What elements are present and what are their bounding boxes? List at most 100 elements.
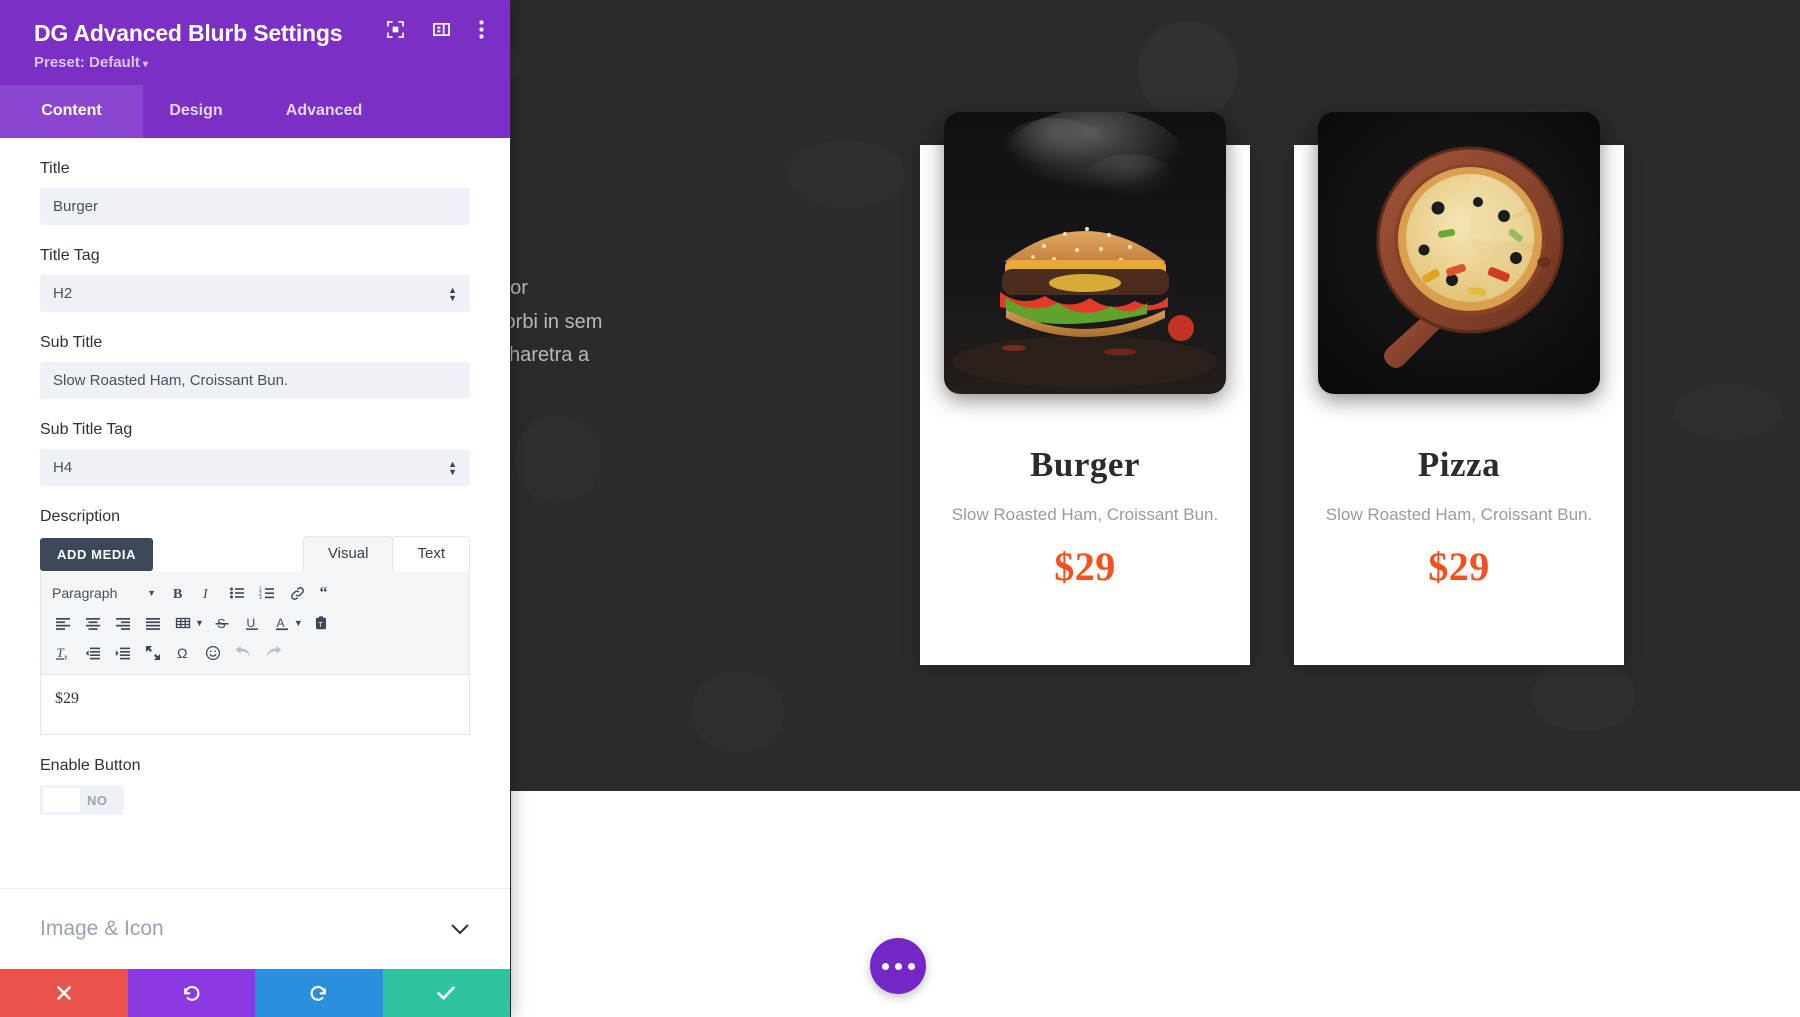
bulleted-list-icon[interactable] [223, 579, 251, 607]
emoji-icon[interactable] [199, 639, 227, 667]
chevron-down-icon: ▾ [142, 59, 148, 70]
blurb-settings-panel: DG Advanced Blurb Settings Preset: Defau… [0, 0, 510, 1017]
outdent-icon[interactable] [79, 639, 107, 667]
title-input[interactable] [40, 188, 470, 225]
table-icon[interactable] [169, 609, 197, 637]
chevron-down-icon: ▼ [147, 588, 156, 598]
field-sub-title-tag: Sub Title Tag ▲▼ [40, 421, 470, 486]
undo-icon[interactable] [229, 639, 257, 667]
sub-title-tag-label: Sub Title Tag [40, 421, 133, 438]
product-card-pizza[interactable]: Pizza Slow Roasted Ham, Croissant Bun. $… [1294, 112, 1624, 665]
panel-tabs: Content Design Advanced [0, 85, 510, 138]
editor-toolbar-row-3: T x Ω [49, 638, 461, 668]
align-justify-icon[interactable] [139, 609, 167, 637]
align-center-icon[interactable] [79, 609, 107, 637]
strikethrough-icon[interactable]: S [208, 609, 236, 637]
format-select[interactable]: Paragraph ▼ [49, 579, 161, 607]
bold-icon[interactable]: B [163, 579, 191, 607]
tab-text[interactable]: Text [392, 536, 470, 571]
editor-toolbar: Paragraph ▼ B I 1 2 3 “ ▼ S U A ▼ T T x … [40, 571, 470, 675]
enable-button-label: Enable Button [40, 757, 141, 774]
tab-advanced[interactable]: Advanced [249, 85, 399, 138]
panel-body: Title Title Tag ▲▼ Sub Title Sub Title T… [0, 138, 510, 888]
toggle-state-label: NO [87, 792, 108, 808]
sub-title-tag-select[interactable] [40, 449, 470, 486]
svg-text:x: x [64, 655, 68, 662]
description-editor[interactable]: $29 [40, 675, 470, 735]
svg-text:3: 3 [259, 595, 262, 601]
clear-formatting-icon[interactable]: T x [49, 639, 77, 667]
undo-button[interactable] [127, 969, 255, 1017]
indent-icon[interactable] [109, 639, 137, 667]
toggle-knob [43, 788, 80, 812]
editor-toolbar-row-2: ▼ S U A ▼ T [49, 608, 461, 638]
preset-selector[interactable]: Preset: Default ▾ [34, 54, 486, 71]
tab-design[interactable]: Design [143, 85, 249, 138]
chevron-down-icon[interactable]: ▼ [294, 618, 303, 628]
enable-button-toggle[interactable]: NO [40, 785, 124, 815]
editor-toolbar-row-1: Paragraph ▼ B I 1 2 3 “ [49, 578, 461, 608]
add-media-button[interactable]: ADD MEDIA [40, 538, 154, 571]
save-button[interactable] [382, 969, 510, 1017]
chevron-down-icon[interactable]: ▼ [195, 618, 204, 628]
card-title: Burger [1030, 445, 1140, 484]
burger-card-body: Burger Slow Roasted Ham, Croissant Bun. … [920, 445, 1250, 590]
align-right-icon[interactable] [109, 609, 137, 637]
close-icon [55, 984, 73, 1002]
paste-as-text-icon[interactable]: T [307, 609, 335, 637]
numbered-list-icon[interactable]: 1 2 3 [253, 579, 281, 607]
field-sub-title: Sub Title [40, 334, 470, 399]
check-icon [436, 985, 456, 1001]
field-enable-button: Enable Button NO [40, 757, 470, 815]
accordion-image-icon[interactable]: Image & Icon [0, 888, 510, 969]
special-character-icon[interactable]: Ω [169, 639, 197, 667]
more-vertical-icon[interactable] [479, 20, 484, 39]
underline-icon[interactable]: U [238, 609, 266, 637]
title-tag-label: Title Tag [40, 247, 100, 264]
panel-header: DG Advanced Blurb Settings Preset: Defau… [0, 0, 510, 85]
product-card-burger[interactable]: Burger Slow Roasted Ham, Croissant Bun. … [920, 112, 1250, 665]
ellipsis-icon [907, 962, 915, 970]
burger-photo [944, 112, 1226, 394]
svg-text:Ω: Ω [177, 645, 187, 661]
svg-text:T: T [318, 622, 323, 629]
panel-header-icons [387, 20, 484, 39]
link-icon[interactable] [283, 579, 311, 607]
redo-button[interactable] [255, 969, 383, 1017]
sub-title-label: Sub Title [40, 334, 103, 351]
editor-top-bar: ADD MEDIA Visual Text [40, 536, 470, 571]
redo-icon[interactable] [259, 639, 287, 667]
title-label: Title [40, 160, 70, 177]
cancel-button[interactable] [0, 969, 128, 1017]
sub-title-input[interactable] [40, 362, 470, 399]
title-tag-select[interactable] [40, 275, 470, 312]
page-settings-fab[interactable] [870, 938, 926, 994]
text-color-icon[interactable]: A [268, 609, 296, 637]
card-price: $29 [1428, 544, 1490, 589]
ellipsis-icon [881, 962, 889, 970]
undo-icon [181, 983, 201, 1003]
redo-icon [309, 983, 329, 1003]
italic-icon[interactable]: I [193, 579, 221, 607]
svg-text:“: “ [319, 585, 327, 601]
blockquote-icon[interactable]: “ [313, 579, 341, 607]
card-subtitle: Slow Roasted Ham, Croissant Bun. [951, 505, 1219, 524]
description-label: Description [40, 508, 121, 525]
pizza-photo [1318, 112, 1600, 394]
tab-content[interactable]: Content [0, 85, 143, 138]
svg-text:U: U [246, 616, 255, 630]
preset-label: Preset: Default [34, 54, 140, 71]
card-price: $29 [1054, 544, 1116, 589]
format-select-value: Paragraph [52, 585, 118, 601]
screen: scount mentum. Aliquam porttitor m pelle… [0, 0, 1800, 1017]
fullscreen-icon[interactable] [139, 639, 167, 667]
field-title-tag: Title Tag ▲▼ [40, 247, 470, 312]
align-left-icon[interactable] [49, 609, 77, 637]
tab-visual[interactable]: Visual [302, 536, 394, 571]
svg-text:I: I [202, 587, 209, 601]
layout-columns-icon[interactable] [433, 21, 450, 38]
panel-action-bar [0, 969, 510, 1017]
field-title: Title [40, 160, 470, 225]
chevron-down-icon [450, 923, 470, 935]
focus-icon[interactable] [387, 21, 404, 38]
